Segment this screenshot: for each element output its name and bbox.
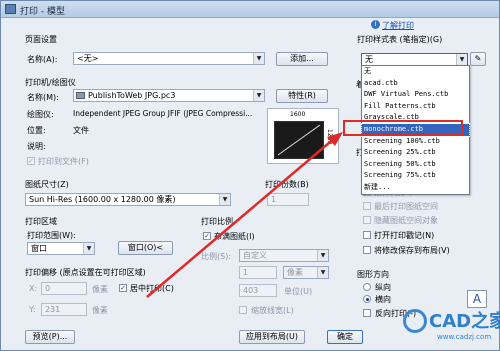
watermark-text: CAD之家 bbox=[429, 311, 500, 332]
watermark-logo-icon bbox=[403, 309, 427, 333]
watermark-url: www.cadzj.com bbox=[437, 333, 492, 341]
print-dialog: 打印 - 模型 i 了解打印 页面设置 名称(A): <无> ▼ 添加... 打… bbox=[0, 0, 500, 351]
cadzj-watermark: CAD之家 www.cadzj.com bbox=[401, 303, 500, 348]
annotation-arrow bbox=[146, 132, 343, 298]
